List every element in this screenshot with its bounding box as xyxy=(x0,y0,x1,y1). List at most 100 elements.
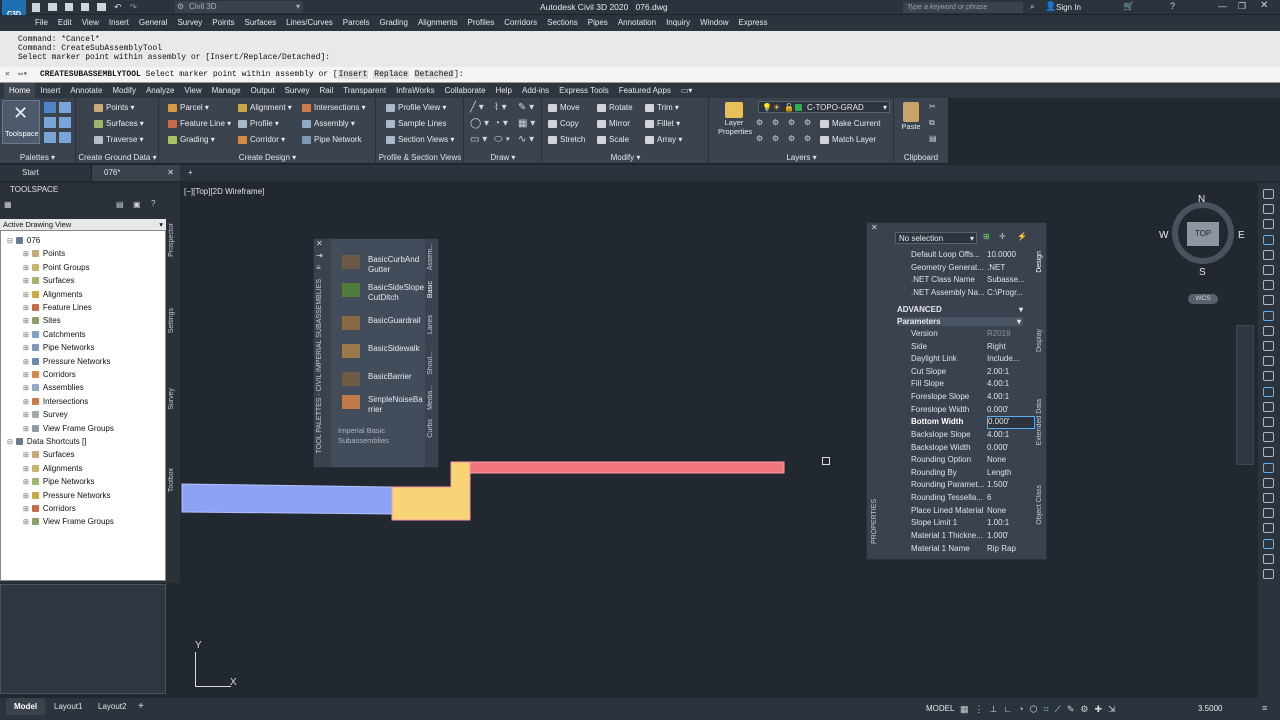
ground-data-panel-title[interactable]: Create Ground Data ▾ xyxy=(77,153,158,162)
edit-icon[interactable]: ✎ ▾ xyxy=(518,102,538,114)
viewcube-top-face[interactable]: TOP xyxy=(1187,222,1219,246)
menu-general[interactable]: General xyxy=(134,15,172,31)
right-toolbar-icon[interactable] xyxy=(1263,310,1274,321)
basic-side-slope-cut-ditch-tool[interactable]: BasicSideSlope CutDitch xyxy=(342,283,424,303)
property-value[interactable]: R2019 xyxy=(987,328,1035,341)
toolspace-icon[interactable]: ▦ xyxy=(4,200,12,209)
expand-icon[interactable]: ⊞ xyxy=(23,426,29,433)
close-icon[interactable]: ✕ xyxy=(5,67,10,83)
restore-icon[interactable]: ❐ xyxy=(1238,1,1246,12)
tab-survey[interactable]: Survey xyxy=(280,83,315,98)
property-row[interactable]: Foreslope Width 0.000' xyxy=(911,404,1069,417)
right-toolbar-icon[interactable] xyxy=(1263,249,1274,260)
view-dropdown[interactable]: Active Drawing View ▾ xyxy=(0,219,166,230)
expand-icon[interactable]: ⊞ xyxy=(23,332,29,339)
osnap-icon[interactable]: ⌗ xyxy=(1043,703,1048,715)
menu-alignments[interactable]: Alignments xyxy=(413,15,463,31)
property-value[interactable]: 4.00:1 xyxy=(987,391,1035,404)
profile-view-button[interactable]: Profile View ▾ xyxy=(386,102,446,114)
menu-view[interactable]: View xyxy=(77,15,104,31)
search-input[interactable]: Type a keyword or phrase xyxy=(903,2,1023,13)
compass-north[interactable]: N xyxy=(1198,194,1205,205)
tab-annotate[interactable]: Annotate xyxy=(65,83,107,98)
property-value[interactable]: None xyxy=(987,505,1035,518)
tab-transparent[interactable]: Transparent xyxy=(338,83,391,98)
property-value[interactable]: 1.00:1 xyxy=(987,517,1035,530)
tab-modify[interactable]: Modify xyxy=(107,83,141,98)
compass-south[interactable]: S xyxy=(1199,267,1206,278)
menu-edit[interactable]: Edit xyxy=(53,15,77,31)
property-value[interactable]: 1.000' xyxy=(987,530,1035,543)
expand-icon[interactable]: ⊞ xyxy=(23,466,29,473)
grid-icon[interactable] xyxy=(59,132,71,143)
trim-button[interactable]: Trim ▾ xyxy=(645,102,679,114)
property-row[interactable]: Rounding Option None xyxy=(911,454,1069,467)
menu-grading[interactable]: Grading xyxy=(374,15,412,31)
menu-lines-curves[interactable]: Lines/Curves xyxy=(281,15,338,31)
property-row[interactable]: Geometry Generat... .NET xyxy=(911,262,1069,275)
viewcube[interactable]: TOP N S W E WCS xyxy=(1158,194,1248,304)
profile-button[interactable]: Profile ▾ xyxy=(238,118,279,130)
search-icon[interactable]: ⌕ xyxy=(1030,1,1035,12)
menu-annotation[interactable]: Annotation xyxy=(613,15,661,31)
scale-icon[interactable]: ⇲ xyxy=(1108,703,1116,715)
close-icon[interactable]: ✕ xyxy=(871,223,878,232)
property-value[interactable]: 4.00:1 xyxy=(987,378,1035,391)
viewport-label[interactable]: [−][Top][2D Wireframe] xyxy=(184,187,264,196)
basic-barrier-tool[interactable]: BasicBarrier xyxy=(342,372,412,386)
property-value[interactable]: 4.00:1 xyxy=(987,429,1035,442)
right-toolbar-icon[interactable] xyxy=(1263,219,1274,230)
palette-tab-medians[interactable]: Media... xyxy=(427,385,434,410)
tree-item[interactable]: ⊞ Surfaces xyxy=(23,274,74,288)
lane-subassembly[interactable] xyxy=(181,483,393,515)
tree-item[interactable]: ⊞ Alignments xyxy=(23,462,82,476)
expand-icon[interactable]: ⊞ xyxy=(23,265,29,272)
right-toolbar-icon[interactable] xyxy=(1263,508,1274,519)
expand-icon[interactable]: ⊞ xyxy=(23,251,29,258)
layer-dropdown[interactable]: 💡 ☀ 🔓 C-TOPO-GRAD ▾ xyxy=(758,101,890,113)
tree-item[interactable]: ⊞ Corridors xyxy=(23,368,76,382)
expand-icon[interactable]: ⊞ xyxy=(23,493,29,500)
property-value[interactable]: Rip Rap xyxy=(987,543,1035,556)
redo-icon[interactable]: ↷ xyxy=(130,3,138,12)
minimize-icon[interactable]: — xyxy=(1218,1,1227,11)
side-tab-settings[interactable]: Settings xyxy=(168,308,175,333)
tab-output[interactable]: Output xyxy=(246,83,280,98)
hatch-icon[interactable]: ▦ ▾ xyxy=(518,118,538,130)
traverse-button[interactable]: Traverse ▾ xyxy=(94,134,144,146)
rectangle-icon[interactable]: ▭ ▾ xyxy=(470,134,490,146)
move-button[interactable]: Move xyxy=(548,102,580,114)
right-toolbar-icon[interactable] xyxy=(1263,553,1274,564)
corridor-button[interactable]: Corridor ▾ xyxy=(238,134,285,146)
scale-readout[interactable]: 3.5000 xyxy=(1198,698,1222,720)
tab-model[interactable]: Model xyxy=(6,698,46,715)
right-toolbar-icon[interactable] xyxy=(1263,265,1274,275)
menu-survey[interactable]: Survey xyxy=(172,15,207,31)
customize-icon[interactable]: ≡ xyxy=(1262,703,1267,713)
tree-item[interactable]: ⊞ Surfaces xyxy=(23,448,74,462)
shoulder-subassembly[interactable] xyxy=(469,461,785,474)
clipboard-panel-title[interactable]: Clipboard xyxy=(895,153,947,162)
tab-collaborate[interactable]: Collaborate xyxy=(440,83,491,98)
property-row[interactable]: Version R2019 xyxy=(911,328,1069,341)
create-design-panel-title[interactable]: Create Design ▾ xyxy=(160,153,375,162)
tree-item[interactable]: ⊟ 076 xyxy=(7,234,40,248)
saveas-icon[interactable] xyxy=(81,3,89,11)
property-row[interactable]: .NET Class Name Subasse... xyxy=(911,274,1069,287)
right-toolbar-icon[interactable] xyxy=(1263,204,1274,215)
tree-item[interactable]: ⊞ Pipe Networks xyxy=(23,475,94,489)
expand-icon[interactable]: ⊞ xyxy=(23,506,29,513)
right-toolbar-icon[interactable] xyxy=(1263,295,1274,306)
parcel-button[interactable]: Parcel ▾ xyxy=(168,102,209,114)
surfaces-button[interactable]: Surfaces ▾ xyxy=(94,118,144,130)
tab-start[interactable]: Start xyxy=(0,165,92,181)
menu-parcels[interactable]: Parcels xyxy=(338,15,375,31)
menu-window[interactable]: Window xyxy=(695,15,733,31)
property-row[interactable]: Backslope Width 0.000' xyxy=(911,442,1069,455)
right-toolbar-icon[interactable] xyxy=(1263,386,1274,397)
tree-item[interactable]: ⊞ Pipe Networks xyxy=(23,341,94,355)
layer-tool-icon[interactable]: ⚙ xyxy=(756,134,768,146)
expand-icon[interactable]: ⊞ xyxy=(23,318,29,325)
property-value[interactable]: 0.000' xyxy=(987,404,1035,417)
match-props-icon[interactable]: ▤ xyxy=(929,134,937,143)
